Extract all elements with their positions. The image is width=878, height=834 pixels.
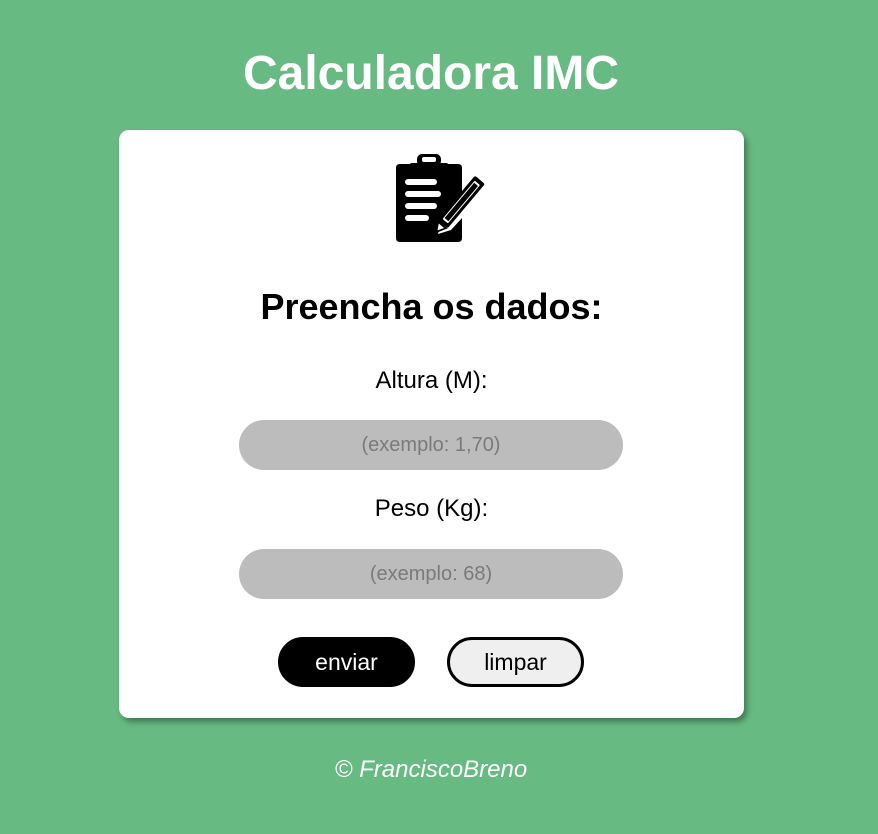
- footer-credit: © FranciscoBreno: [334, 756, 528, 783]
- enviar-button[interactable]: enviar: [278, 637, 415, 687]
- form-heading: Preencha os dados:: [260, 286, 603, 327]
- clipboard-edit-icon: [396, 154, 485, 242]
- altura-label: Altura (M):: [375, 367, 488, 394]
- limpar-button[interactable]: limpar: [447, 637, 584, 687]
- form-card: Preencha os dados: Altura (M): Peso (Kg)…: [119, 130, 744, 718]
- peso-label: Peso (Kg):: [374, 495, 489, 522]
- page-title: Calculadora IMC: [242, 47, 620, 100]
- peso-input[interactable]: [239, 549, 623, 599]
- altura-input[interactable]: [239, 420, 623, 470]
